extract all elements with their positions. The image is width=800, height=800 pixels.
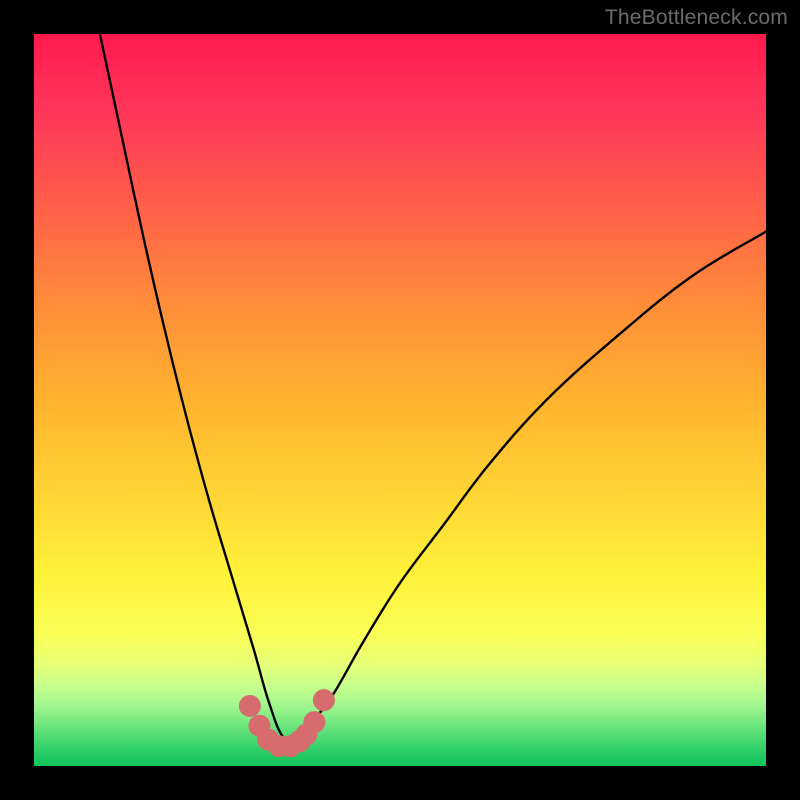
chart-svg bbox=[34, 34, 766, 766]
trough-marker bbox=[313, 690, 334, 711]
plot-area bbox=[34, 34, 766, 766]
bottleneck-curve bbox=[100, 34, 766, 740]
chart-frame: TheBottleneck.com bbox=[0, 0, 800, 800]
trough-marker bbox=[304, 712, 325, 733]
watermark-text: TheBottleneck.com bbox=[605, 6, 788, 30]
trough-markers bbox=[239, 690, 334, 757]
trough-marker bbox=[239, 696, 260, 717]
